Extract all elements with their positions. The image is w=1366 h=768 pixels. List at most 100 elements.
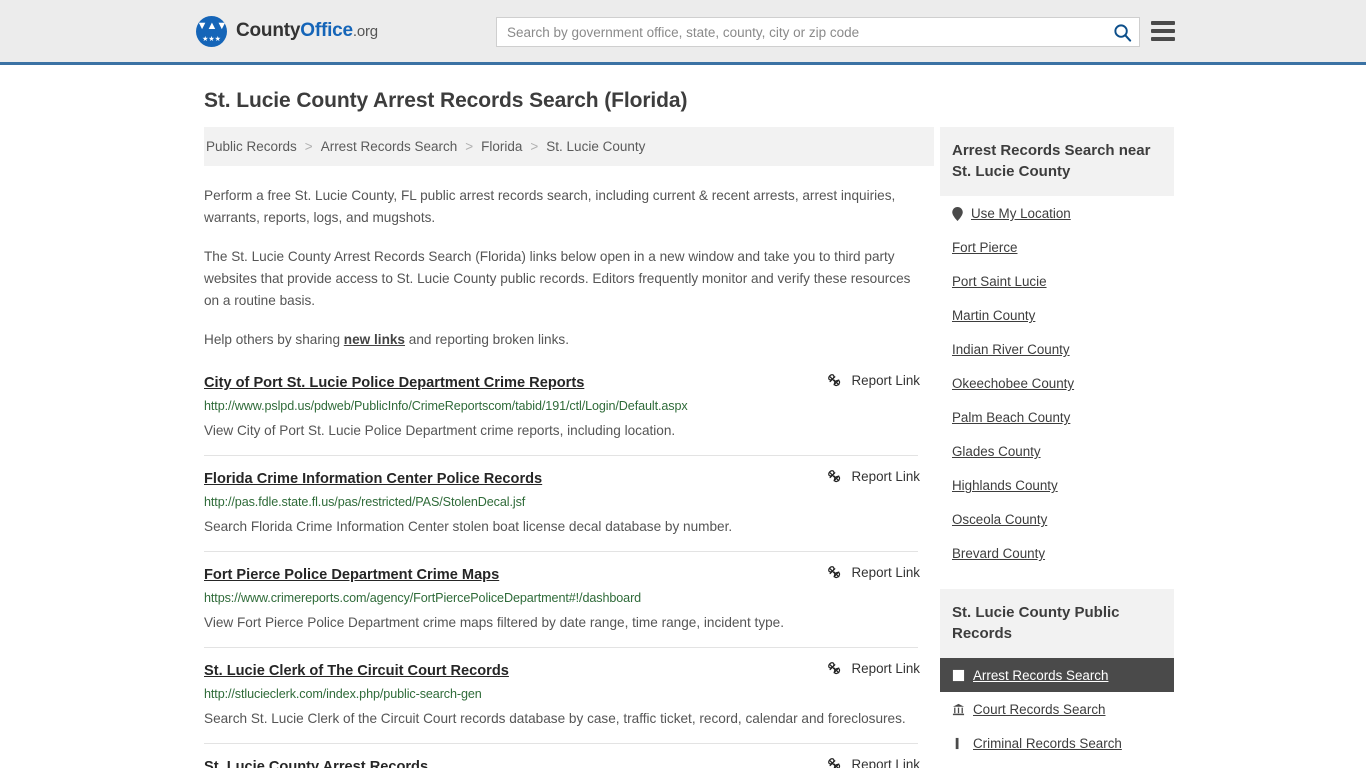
sidebar-item-label: Use My Location xyxy=(971,206,1071,221)
broken-link-icon xyxy=(827,566,840,579)
sidebar-item-arrest-records-search[interactable]: Arrest Records Search xyxy=(940,658,1174,692)
result-title-link[interactable]: Florida Crime Information Center Police … xyxy=(204,471,542,487)
sidebar-item-criminal-records-search[interactable]: Criminal Records Search xyxy=(940,726,1174,760)
list-item[interactable]: Martin County xyxy=(940,298,1174,332)
sidebar-item-fort-pierce[interactable]: Fort Pierce xyxy=(940,230,1174,264)
logo-text: CountyOffice.org xyxy=(236,20,378,42)
report-link-button[interactable]: Report Link xyxy=(826,468,920,485)
list-item[interactable]: Arrest Records Search xyxy=(940,658,1174,692)
site-header: ▼▲▼ ★★★ CountyOffice.org xyxy=(0,0,1366,65)
breadcrumb: Public Records > Arrest Records Search >… xyxy=(204,127,934,166)
list-item[interactable]: Okeechobee County xyxy=(940,366,1174,400)
sidebar-item-use-my-location[interactable]: Use My Location xyxy=(940,196,1174,230)
result-url[interactable]: http://stlucieclerk.com/index.php/public… xyxy=(204,687,918,701)
breadcrumb-item-florida[interactable]: Florida xyxy=(481,139,522,154)
broken-link-icon xyxy=(827,374,840,387)
result-description: View City of Port St. Lucie Police Depar… xyxy=(204,423,676,438)
search-bar[interactable] xyxy=(496,17,1140,47)
report-link-button[interactable]: Report Link xyxy=(826,372,920,389)
report-link-button[interactable]: Report Link xyxy=(826,756,920,768)
search-icon xyxy=(1113,23,1131,42)
map-pin-icon xyxy=(952,206,963,221)
breadcrumb-separator: > xyxy=(465,139,474,154)
sidebar-item-brevard-county[interactable]: Brevard County xyxy=(940,536,1174,570)
sidebar-item-label: Port Saint Lucie xyxy=(952,274,1047,289)
sidebar-item-indian-river-county[interactable]: Indian River County xyxy=(940,332,1174,366)
sidebar-near-heading: Arrest Records Search near St. Lucie Cou… xyxy=(940,127,1174,196)
result-title-link[interactable]: Fort Pierce Police Department Crime Maps xyxy=(204,567,499,583)
sidebar-item-palm-beach-county[interactable]: Palm Beach County xyxy=(940,400,1174,434)
breadcrumb-separator: > xyxy=(304,139,313,154)
site-logo[interactable]: ▼▲▼ ★★★ CountyOffice.org xyxy=(196,15,378,47)
sidebar-item-court-records-search[interactable]: Court Records Search xyxy=(940,692,1174,726)
result-title-link[interactable]: City of Port St. Lucie Police Department… xyxy=(204,375,584,391)
breadcrumb-item-st-lucie-county[interactable]: St. Lucie County xyxy=(546,139,645,154)
main-column: Public Records > Arrest Records Search >… xyxy=(204,127,934,768)
list-item[interactable]: Court Records Search xyxy=(940,692,1174,726)
result-title-link[interactable]: St. Lucie Clerk of The Circuit Court Rec… xyxy=(204,663,509,679)
list-item[interactable]: Brevard County xyxy=(940,536,1174,570)
list-item[interactable]: Osceola County xyxy=(940,502,1174,536)
sidebar-item-label: Highlands County xyxy=(952,478,1058,493)
sidebar-item-label: Court Records Search xyxy=(973,702,1106,717)
list-item[interactable]: Indian River County xyxy=(940,332,1174,366)
sidebar-item-highlands-county[interactable]: Highlands County xyxy=(940,468,1174,502)
sidebar-item-martin-county[interactable]: Martin County xyxy=(940,298,1174,332)
sidebar-near-box: Arrest Records Search near St. Lucie Cou… xyxy=(940,127,1174,570)
sidebar-item-label: Glades County xyxy=(952,444,1041,459)
intro-paragraph-1: Perform a free St. Lucie County, FL publ… xyxy=(204,188,896,225)
report-link-button[interactable]: Report Link xyxy=(826,564,920,581)
sidebar-near-list: Use My Location Fort Pierce Port Saint L… xyxy=(940,196,1174,570)
list-item[interactable]: Palm Beach County xyxy=(940,400,1174,434)
sidebar-public-records-list: Arrest Records Search Court Records Sear… xyxy=(940,658,1174,760)
result-url[interactable]: https://www.crimereports.com/agency/Fort… xyxy=(204,591,918,605)
new-links-link[interactable]: new links xyxy=(344,332,405,347)
result-item: St. Lucie Clerk of The Circuit Court Rec… xyxy=(204,647,920,743)
sidebar-item-glades-county[interactable]: Glades County xyxy=(940,434,1174,468)
list-item[interactable]: Highlands County xyxy=(940,468,1174,502)
hamburger-bar xyxy=(1151,21,1175,25)
intro-paragraph-3-post: and reporting broken links. xyxy=(405,332,569,347)
list-item[interactable]: Port Saint Lucie xyxy=(940,264,1174,298)
result-item: Florida Crime Information Center Police … xyxy=(204,455,920,551)
logo-text-part3: .org xyxy=(352,23,378,40)
report-link-label: Report Link xyxy=(851,757,920,768)
search-button[interactable] xyxy=(1105,18,1139,46)
result-url[interactable]: http://pas.fdle.state.fl.us/pas/restrict… xyxy=(204,495,918,509)
list-item[interactable]: Fort Pierce xyxy=(940,230,1174,264)
arrest-records-icon xyxy=(952,669,965,682)
hamburger-menu-icon[interactable] xyxy=(1151,21,1175,41)
result-title-link[interactable]: St. Lucie County Arrest Records xyxy=(204,759,428,768)
intro-paragraph-2: The St. Lucie County Arrest Records Sear… xyxy=(204,249,911,308)
result-description: View Fort Pierce Police Department crime… xyxy=(204,615,785,630)
list-item[interactable]: Use My Location xyxy=(940,196,1174,230)
sidebar-item-osceola-county[interactable]: Osceola County xyxy=(940,502,1174,536)
criminal-records-icon xyxy=(952,737,965,750)
intro-section: Perform a free St. Lucie County, FL publ… xyxy=(204,185,920,351)
page-title: St. Lucie County Arrest Records Search (… xyxy=(204,89,688,112)
intro-paragraph-3: Help others by sharing new links and rep… xyxy=(204,329,918,351)
result-item: City of Port St. Lucie Police Department… xyxy=(204,372,920,455)
sidebar-item-port-saint-lucie[interactable]: Port Saint Lucie xyxy=(940,264,1174,298)
sidebar-item-okeechobee-county[interactable]: Okeechobee County xyxy=(940,366,1174,400)
report-link-button[interactable]: Report Link xyxy=(826,660,920,677)
sidebar-item-label: Martin County xyxy=(952,308,1036,323)
broken-link-icon xyxy=(827,470,840,483)
logo-text-part1: County xyxy=(236,20,301,41)
hamburger-bar xyxy=(1151,37,1175,41)
list-item[interactable]: Criminal Records Search xyxy=(940,726,1174,760)
sidebar-item-label: Indian River County xyxy=(952,342,1070,357)
sidebar-public-records-box: St. Lucie County Public Records Arrest R… xyxy=(940,589,1174,760)
report-link-label: Report Link xyxy=(851,565,920,580)
sidebar-item-label: Criminal Records Search xyxy=(973,736,1122,751)
result-url[interactable]: http://www.pslpd.us/pdweb/PublicInfo/Cri… xyxy=(204,399,918,413)
search-input[interactable] xyxy=(497,18,1105,46)
sidebar-item-label: Okeechobee County xyxy=(952,376,1075,391)
breadcrumb-separator: > xyxy=(530,139,539,154)
logo-text-part2: Office xyxy=(300,20,353,41)
breadcrumb-item-arrest-records-search[interactable]: Arrest Records Search xyxy=(321,139,458,154)
list-item[interactable]: Glades County xyxy=(940,434,1174,468)
sidebar-item-label: Arrest Records Search xyxy=(973,668,1109,683)
breadcrumb-item-public-records[interactable]: Public Records xyxy=(206,139,297,154)
result-description: Search St. Lucie Clerk of the Circuit Co… xyxy=(204,711,906,726)
